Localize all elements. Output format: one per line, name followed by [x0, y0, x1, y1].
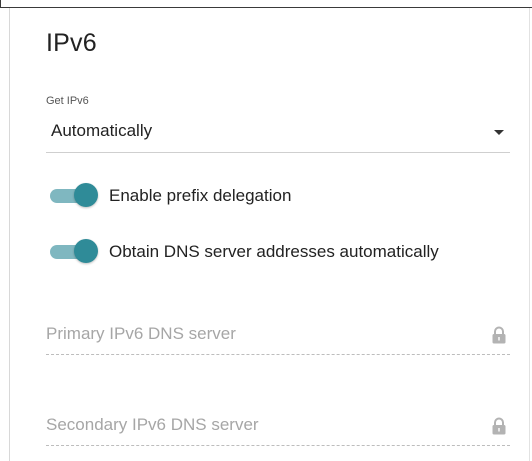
toggle-knob [74, 183, 98, 207]
auto-dns-label: Obtain DNS server addresses automaticall… [109, 242, 439, 261]
auto-dns-row[interactable]: Obtain DNS server addresses automaticall… [50, 237, 520, 267]
prefix-delegation-label: Enable prefix delegation [109, 186, 292, 205]
lock-icon [492, 417, 506, 435]
right-divider [529, 8, 530, 461]
lock-icon [492, 326, 506, 344]
left-tick [0, 0, 1, 8]
get-ipv6-value: Automatically [51, 121, 153, 140]
secondary-dns-placeholder: Secondary IPv6 DNS server [46, 415, 259, 434]
chevron-down-icon [494, 130, 504, 135]
prefix-delegation-toggle[interactable] [50, 181, 98, 211]
get-ipv6-label: Get IPv6 [46, 95, 89, 107]
primary-dns-placeholder: Primary IPv6 DNS server [46, 324, 236, 343]
get-ipv6-select[interactable]: Automatically [46, 114, 510, 153]
toggle-knob [74, 239, 98, 263]
auto-dns-toggle[interactable] [50, 237, 98, 267]
left-divider [9, 8, 10, 461]
secondary-dns-field[interactable]: Secondary IPv6 DNS server [46, 407, 510, 446]
primary-dns-field[interactable]: Primary IPv6 DNS server [46, 316, 510, 355]
top-border [0, 7, 532, 8]
prefix-delegation-row[interactable]: Enable prefix delegation [50, 181, 520, 211]
section-title: IPv6 [46, 29, 97, 57]
